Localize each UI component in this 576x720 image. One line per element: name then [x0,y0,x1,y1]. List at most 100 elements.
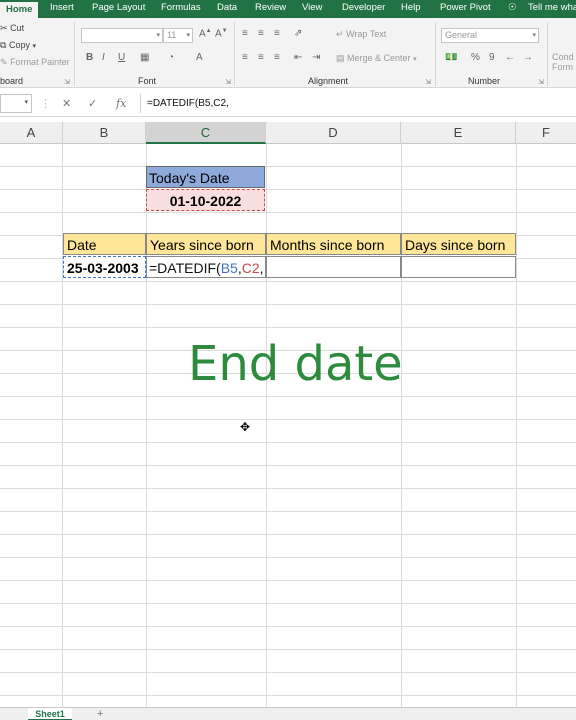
cell-c5-formula-editing[interactable]: =DATEDIF(B5,C2, [146,256,266,278]
fill-color-icon[interactable]: ◔ [168,52,174,63]
align-center-icon[interactable]: ≡ [258,52,264,63]
number-format-value: General [445,30,478,40]
ribbon-separator [74,22,75,86]
tab-developer[interactable]: Developer [342,0,385,18]
column-headers: A B C D E F [0,122,576,144]
copy-icon: ⧉ [0,40,7,50]
dialog-launcher-icon[interactable]: ⇲ [225,78,231,86]
scissors-icon: ✂ [0,23,8,33]
tab-page-layout[interactable]: Page Layout [92,0,145,18]
merge-center-button[interactable]: ▤ Merge & Center ▾ [336,53,417,64]
sheet-tab-sheet1[interactable]: Sheet1 [28,708,72,720]
cell-b5-birth-date[interactable]: 25-03-2003 [63,256,146,278]
merge-center-label: Merge & Center [347,53,411,63]
align-middle-icon[interactable]: ≡ [258,28,264,39]
formula-input[interactable]: =DATEDIF(B5,C2, [140,94,576,113]
cell-area[interactable]: Today's Date 01-10-2022 Date Years since… [0,144,576,707]
increase-font-icon[interactable]: A▲ [199,28,212,39]
borders-icon[interactable]: ▦ [140,52,149,63]
column-header-a[interactable]: A [0,122,63,144]
formula-ref-c2: C2 [241,260,260,276]
format-painter-button[interactable]: ✎ Format Painter [0,57,70,68]
tab-data[interactable]: Data [217,0,237,18]
gridline [401,144,402,707]
number-format-combo[interactable]: General ▾ [441,28,539,43]
comma-button[interactable]: 9 [489,52,495,63]
currency-icon[interactable]: 💵 [445,52,457,63]
sheet-tab-bar: Sheet1 + [0,707,576,720]
check-icon[interactable]: ✓ [88,97,97,110]
tab-insert[interactable]: Insert [50,0,74,18]
align-right-icon[interactable]: ≡ [274,52,280,63]
bold-button[interactable]: B [86,52,93,63]
cell-d4-months-header[interactable]: Months since born [266,233,401,255]
column-header-d[interactable]: D [266,122,401,144]
font-name-combo[interactable]: ▾ [81,28,163,43]
increase-indent-icon[interactable]: ⇥ [312,52,320,63]
lightbulb-icon: ☉ [508,2,517,13]
add-sheet-icon[interactable]: + [97,708,103,720]
insert-function-icon[interactable]: fx [116,97,126,110]
conditional-formatting-button[interactable]: Cond Form [552,52,574,72]
column-header-c[interactable]: C [146,122,266,144]
dialog-launcher-icon[interactable]: ⇲ [538,78,544,86]
name-box[interactable]: ▾ [0,94,32,113]
font-size-combo[interactable]: 11 ▾ [163,28,193,43]
align-bottom-icon[interactable]: ≡ [274,28,280,39]
font-group-label: Font [138,76,157,86]
chevron-down-icon: ▾ [32,43,36,50]
caption-overlay: End date [188,336,403,392]
tab-formulas[interactable]: Formulas [161,0,201,18]
column-header-e[interactable]: E [401,122,516,144]
cell-e5-empty[interactable] [401,256,516,278]
decrease-font-icon[interactable]: A▼ [215,28,228,39]
clipboard-group-label: board [0,76,24,86]
dialog-launcher-icon[interactable]: ⇲ [425,78,431,86]
ribbon-separator [547,22,548,86]
cell-b4-date-header[interactable]: Date [63,233,146,255]
italic-button[interactable]: I [102,52,105,63]
cell-e4-days-header[interactable]: Days since born [401,233,516,255]
increase-decimal-icon[interactable]: ← [505,52,515,63]
spreadsheet-grid: A B C D E F Today's Date 01-10-2022 Date… [0,122,576,707]
decrease-indent-icon[interactable]: ⇤ [294,52,302,63]
formula-function-text: =DATEDIF( [149,260,221,276]
conditional-label-2: Form [552,62,573,72]
tell-me-search[interactable]: Tell me wha [528,0,576,18]
cut-button[interactable]: ✂ Cut [0,23,24,34]
conditional-label: Cond [552,52,574,62]
ribbon: ✂ Cut ⧉ Copy ▾ ✎ Format Painter board ⇲ … [0,18,576,88]
copy-label: Copy [8,40,30,50]
copy-button[interactable]: ⧉ Copy ▾ [0,40,36,51]
underline-button[interactable]: U [118,52,125,63]
font-size-value: 11 [167,30,177,40]
decrease-decimal-icon[interactable]: → [523,52,533,63]
wrap-text-label: Wrap Text [346,29,387,39]
tab-home[interactable]: Home [0,0,38,18]
paintbrush-icon: ✎ [0,57,8,67]
align-top-icon[interactable]: ≡ [242,28,248,39]
column-header-b[interactable]: B [63,122,146,144]
percent-button[interactable]: % [471,52,480,63]
more-dots-icon: ⋮ [40,98,51,110]
formula-bar: ▾ ⋮ ✕ ✓ fx =DATEDIF(B5,C2, [0,90,576,117]
orientation-icon[interactable]: ⇗ [294,28,302,39]
cut-label: Cut [10,23,25,33]
cell-d5-empty[interactable] [266,256,401,278]
column-header-f[interactable]: F [516,122,576,144]
tab-help[interactable]: Help [401,0,421,18]
tab-power-pivot[interactable]: Power Pivot [440,0,491,18]
dialog-launcher-icon[interactable]: ⇲ [64,78,70,86]
cell-c1-todays-date-label[interactable]: Today's Date [146,166,265,188]
tab-review[interactable]: Review [255,0,286,18]
cell-c2-today-value[interactable]: 01-10-2022 [146,189,265,211]
move-cursor-icon: ✥ [240,420,251,434]
wrap-text-button[interactable]: ↵ Wrap Text [336,29,386,40]
align-left-icon[interactable]: ≡ [242,52,248,63]
cell-c4-years-header[interactable]: Years since born [146,233,266,255]
cancel-icon[interactable]: ✕ [62,97,71,110]
gridline [266,144,267,707]
chevron-down-icon: ▾ [413,56,417,63]
tab-view[interactable]: View [302,0,322,18]
font-color-icon[interactable]: A [196,52,203,63]
